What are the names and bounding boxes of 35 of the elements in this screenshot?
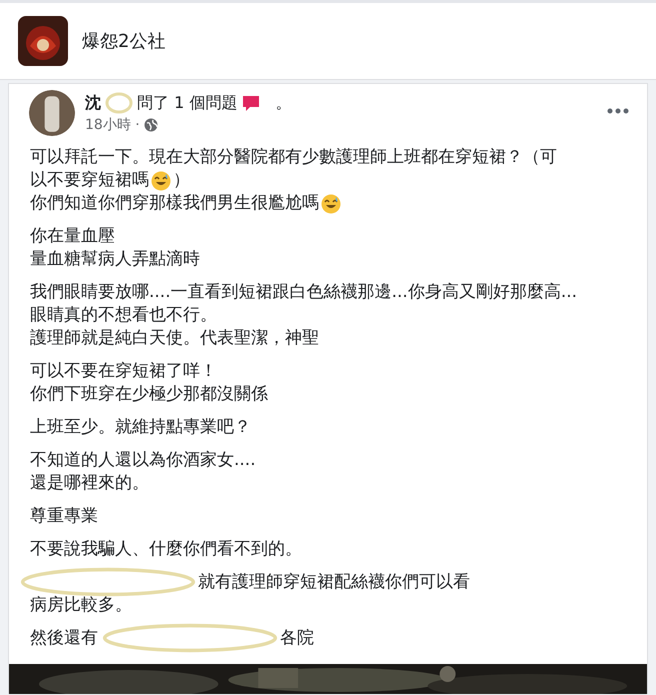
post-text: 就有護理師穿短裙配絲襪你們可以看: [198, 571, 470, 594]
post-time[interactable]: 18小時 ·: [85, 116, 140, 134]
group-name[interactable]: 爆怨2公社: [82, 29, 166, 53]
post-punctuation: 。: [275, 92, 292, 114]
smiling-face-icon: [321, 194, 341, 214]
post-text: 我們眼睛要放哪....一直看到短裙跟白色絲襪那邊...你身高又剛好那麼高...: [30, 281, 578, 304]
post-text: 然後還有: [30, 627, 98, 650]
globe-icon: [144, 118, 158, 132]
post-text: 尊重專業: [30, 505, 98, 528]
author-name[interactable]: 沈: [85, 92, 101, 114]
post-action: 問了 1 個問題: [137, 92, 238, 114]
post-text: 量血糖幫病人弄點滴時: [30, 248, 200, 271]
post-text: 可以拜託一下。現在大部分醫院都有少數護理師上班都在穿短裙？（可: [30, 146, 557, 169]
redaction-mark: [105, 92, 133, 114]
avatar-icon: [29, 90, 75, 136]
group-logo-icon: [18, 16, 68, 66]
post-text: 還是哪裡來的。: [30, 472, 149, 495]
post-text: 不要說我騙人、什麼你們看不到的。: [30, 538, 302, 561]
question-badge-icon: [241, 94, 262, 112]
post-text: 不知道的人還以為你酒家女....: [30, 449, 256, 472]
post-text: 各院: [280, 627, 314, 650]
post-text: 你在量血壓: [30, 225, 115, 248]
post-text: 護理師就是純白天使。代表聖潔，神聖: [30, 327, 319, 350]
post-text: 上班至少。就維持點專業吧？: [30, 416, 251, 439]
post-text: 以不要穿短裙嗎: [30, 169, 149, 192]
smiling-face-icon: [151, 170, 171, 190]
post-text: 你們下班穿在少極少那都沒關係: [30, 383, 268, 406]
post-text: 眼睛真的不想看也不行。: [30, 304, 217, 327]
post-text: 你們知道你們穿那樣我們男生很尷尬嗎: [30, 192, 319, 215]
post-text: 可以不要在穿短裙了咩！: [30, 360, 217, 383]
group-logo[interactable]: [18, 16, 68, 66]
more-icon: [607, 108, 629, 114]
post-text: ）: [173, 169, 190, 192]
avatar[interactable]: [29, 90, 75, 136]
post-text: 病房比較多。: [30, 594, 132, 617]
